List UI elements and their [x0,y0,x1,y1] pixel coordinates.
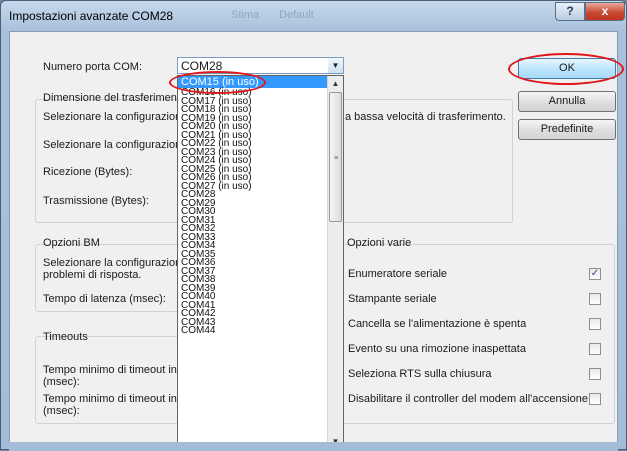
bm-line-1: Selezionare la configurazione [43,257,188,269]
arrow-up-icon[interactable]: ▲ [328,76,343,91]
dropdown-scrollbar[interactable]: ▲ ≡ ▼ [327,76,343,450]
transfer-group-title: Dimensione del trasferimento [43,92,187,104]
misc-option-label: Seleziona RTS sulla chiusura [348,368,492,380]
misc-option-checkbox[interactable] [589,343,601,355]
misc-option-checkbox[interactable] [589,393,601,405]
close-button[interactable]: x [585,2,625,21]
scrollbar-thumb[interactable]: ≡ [329,92,342,222]
grip-icon: ≡ [334,155,339,162]
port-options: COM15 (in uso) COM16 (in uso) COM17 (in us… [178,76,328,335]
timeouts-group-title: Timeouts [43,331,88,343]
port-number-dropdown-list[interactable]: COM15 (in uso) COM16 (in uso) COM17 (in us… [177,75,344,451]
transfer-line-2: Selezionare la configurazione [43,139,188,151]
highlight-ring-ok-button [508,53,624,85]
checkmark-icon: ✓ [590,268,600,279]
misc-option-checkbox[interactable] [589,293,601,305]
latency-label: Tempo di latenza (msec): [43,293,166,305]
background-ghost-text: Default [279,9,314,21]
port-number-label: Numero porta COM: [43,61,143,73]
write-timeout-line-1: Tempo minimo di timeout in s [43,393,186,405]
window-title: Impostazioni avanzate COM28 [9,9,174,23]
misc-option-label: Enumeratore seriale [348,268,448,280]
write-timeout-line-2: (msec): [43,405,80,417]
transfer-line-1-tail: a bassa velocità di trasferimento. [345,111,506,123]
misc-option-label: Disabilitare il controller del modem all… [348,393,588,405]
background-ghost-text: Stima [231,9,260,21]
misc-option-label: Evento su una rimozione inaspettata [348,343,526,355]
bm-line-2: problemi di risposta. [43,269,142,281]
misc-option-checkbox[interactable] [589,318,601,330]
port-option[interactable]: COM44 [178,326,328,335]
defaults-button[interactable]: Predefinite [518,119,616,140]
read-timeout-line-1: Tempo minimo di timeout in le [43,364,189,376]
transmit-bytes-label: Trasmissione (Bytes): [43,195,149,207]
help-button[interactable]: ? [555,2,585,21]
misc-group-title: Opzioni varie [347,237,412,249]
transfer-line-1: Selezionare la configurazione [43,111,188,123]
title-bar[interactable]: Impostazioni avanzate COM28 Stima Defaul… [1,1,626,31]
dialog-window: Impostazioni avanzate COM28 Stima Defaul… [0,0,627,451]
misc-option-label: Stampante seriale [348,293,437,305]
read-timeout-line-2: (msec): [43,376,80,388]
highlight-ring-selected-port [169,71,266,94]
chevron-down-icon[interactable]: ▼ [328,58,343,73]
misc-option-checkbox[interactable] [589,368,601,380]
misc-option-label: Cancella se l'alimentazione è spenta [348,318,527,330]
bm-group-title: Opzioni BM [43,237,100,249]
receive-bytes-label: Ricezione (Bytes): [43,166,133,178]
cancel-button[interactable]: Annulla [518,91,616,112]
misc-option-checkbox[interactable]: ✓ [589,268,601,280]
